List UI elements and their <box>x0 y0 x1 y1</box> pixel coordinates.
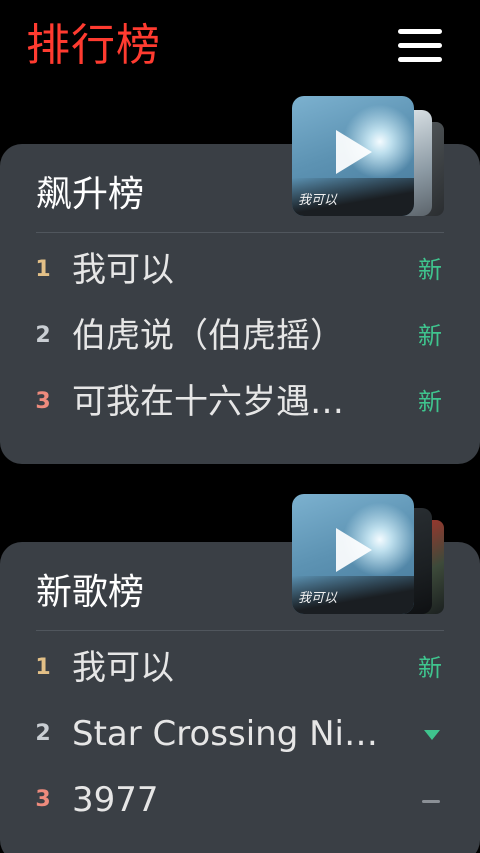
cover-text: 我可以 <box>298 591 338 606</box>
ranking-page: 排行榜 飙升榜 1 我可以 新 2 伯虎说（伯虎摇） 新 3 可我在十六岁遇… … <box>0 0 480 853</box>
song-row[interactable]: 2 Star Crossing Ni… <box>0 704 480 764</box>
song-row[interactable]: 1 我可以 新 <box>0 638 480 698</box>
rank-number: 1 <box>35 655 51 680</box>
new-badge: 新 <box>418 654 442 682</box>
cover-text: 我可以 <box>298 193 338 208</box>
play-icon[interactable] <box>336 528 372 572</box>
divider <box>36 630 444 631</box>
song-title: 可我在十六岁遇… <box>72 382 344 422</box>
song-title: 伯虎说（伯虎摇） <box>72 316 344 356</box>
rank-number: 1 <box>35 257 51 282</box>
album-cover: 我可以 <box>292 494 414 614</box>
hamburger-menu-icon-line <box>398 43 442 48</box>
new-badge: 新 <box>418 388 442 416</box>
song-title: 3977 <box>72 780 159 820</box>
new-badge: 新 <box>418 322 442 350</box>
rank-number: 3 <box>35 389 51 414</box>
rank-number: 3 <box>35 787 51 812</box>
flat-dash-icon <box>422 800 440 803</box>
rank-number: 2 <box>35 721 51 746</box>
rank-number: 2 <box>35 323 51 348</box>
menu-button[interactable] <box>396 26 444 66</box>
song-row[interactable]: 3 可我在十六岁遇… 新 <box>0 372 480 432</box>
divider <box>36 232 444 233</box>
album-cover: 我可以 <box>292 96 414 216</box>
song-row[interactable]: 2 伯虎说（伯虎摇） 新 <box>0 306 480 366</box>
song-row[interactable]: 3 3977 <box>0 770 480 830</box>
song-title: Star Crossing Ni… <box>72 714 378 754</box>
song-title: 我可以 <box>72 648 174 688</box>
hamburger-menu-icon <box>398 29 442 34</box>
hamburger-menu-icon-line <box>398 57 442 62</box>
chart-card-title: 飙升榜 <box>36 174 145 215</box>
down-triangle-icon <box>424 730 440 740</box>
album-cover-stack[interactable]: 我可以 <box>292 494 452 618</box>
album-cover-stack[interactable]: 我可以 <box>292 96 452 220</box>
play-icon[interactable] <box>336 130 372 174</box>
song-title: 我可以 <box>72 250 174 290</box>
chart-card-title: 新歌榜 <box>36 572 145 613</box>
page-title: 排行榜 <box>26 20 161 71</box>
song-row[interactable]: 1 我可以 新 <box>0 240 480 300</box>
new-badge: 新 <box>418 256 442 284</box>
